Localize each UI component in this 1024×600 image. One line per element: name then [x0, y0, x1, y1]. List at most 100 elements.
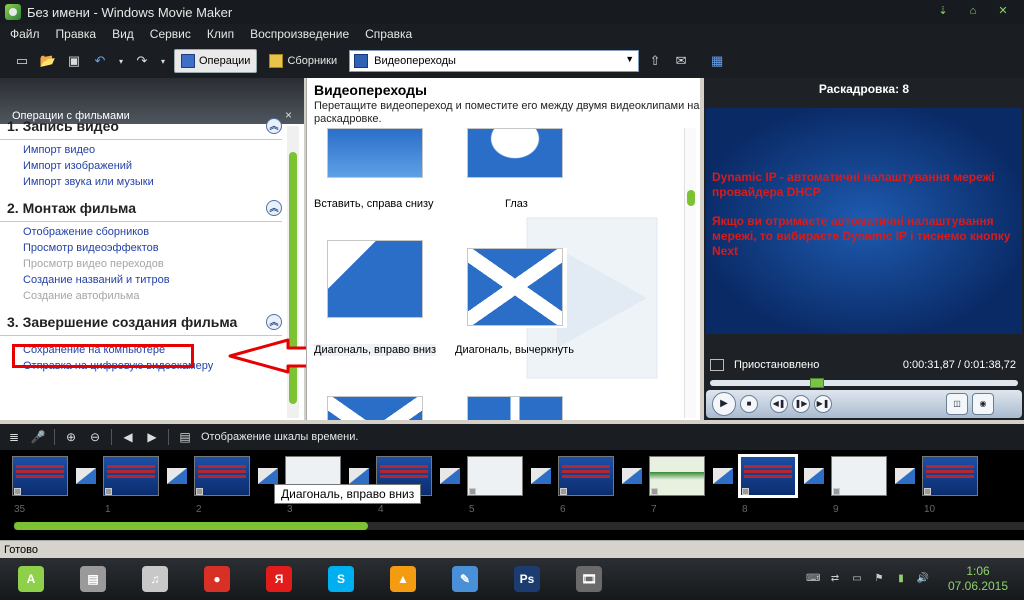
transitions-grid: Вставить, справа снизу Глаз Диагональ, в…: [307, 128, 687, 420]
collapse-icon[interactable]: ︽: [266, 314, 282, 330]
new-collection-icon[interactable]: ✉: [671, 51, 691, 71]
storyboard-scrollbar[interactable]: [14, 522, 1024, 530]
transitions-description: Перетащите видеопереход и поместите его …: [314, 100, 700, 125]
taskbar-app-photoshop[interactable]: Ps: [502, 560, 552, 598]
seek-bar[interactable]: [710, 378, 1018, 388]
next-frame-button[interactable]: ❚▶: [792, 395, 810, 413]
clip-number: 5: [469, 504, 475, 515]
narrate-icon[interactable]: ≣: [6, 429, 22, 445]
task-automovie: Создание автофильма: [23, 290, 140, 302]
undo-dropdown-icon[interactable]: ▾: [116, 51, 126, 71]
clip-text-lines: [562, 465, 610, 479]
taskbar-app-music[interactable]: ♫: [130, 560, 180, 598]
timeline-icon[interactable]: ▤: [177, 429, 193, 445]
close-button[interactable]: ✕: [992, 3, 1014, 19]
section-title-edit[interactable]: 2. Монтаж фильма ︽: [0, 200, 282, 222]
taskbar-app-moviemaker[interactable]: 🎞: [564, 560, 614, 598]
toolbar-separator: [111, 429, 112, 445]
transition-tooltip: Диагональ, вправо вниз: [274, 484, 422, 504]
stop-button[interactable]: ■: [740, 395, 758, 413]
scroll-thumb[interactable]: [14, 522, 368, 530]
moviemaker-app-icon: [5, 4, 21, 20]
keyboard-icon[interactable]: ⌨: [806, 572, 820, 586]
collapse-icon[interactable]: ︽: [266, 200, 282, 216]
section-title-text: 1. Запись видео: [7, 118, 119, 134]
task-import-images[interactable]: Импорт изображений: [0, 158, 290, 174]
menu-view[interactable]: Вид: [112, 27, 134, 41]
taskbar-app-chrome[interactable]: ●: [192, 560, 242, 598]
collections-button[interactable]: Сборники: [263, 49, 343, 73]
collection-select[interactable]: Видеопереходы ▼: [349, 50, 640, 72]
transitions-scrollbar[interactable]: [684, 128, 696, 418]
task-import-audio[interactable]: Импорт звука или музыки: [0, 174, 290, 190]
show-timeline-button[interactable]: Отображение шкалы времени.: [201, 431, 358, 443]
scroll-thumb[interactable]: [687, 190, 695, 206]
toolbar-separator: [54, 429, 55, 445]
menu-tools[interactable]: Сервис: [150, 27, 191, 41]
save-icon[interactable]: ▣: [64, 51, 84, 71]
menu-edit[interactable]: Правка: [56, 27, 97, 41]
open-folder-icon[interactable]: 📂: [38, 51, 58, 71]
seek-knob[interactable]: [809, 378, 824, 388]
preview-monitor: Раскадровка: 8 Dynamic IP - автоматичні …: [704, 78, 1024, 420]
operations-button[interactable]: Операции: [174, 49, 258, 73]
transition-tile[interactable]: [467, 248, 567, 328]
previous-frame-button[interactable]: ◀❚: [770, 395, 788, 413]
rewind-icon[interactable]: ◀: [120, 429, 136, 445]
task-make-titles[interactable]: Создание названий и титров: [0, 272, 290, 288]
transition-thumbnail: [467, 128, 563, 178]
network-icon[interactable]: ⇄: [828, 572, 842, 586]
redo-dropdown-icon[interactable]: ▾: [158, 51, 168, 71]
task-show-collections[interactable]: Отображение сборников: [0, 224, 290, 240]
menu-playback[interactable]: Воспроизведение: [250, 27, 349, 41]
playback-status-row: Приостановлено 0:00:31,87 / 0:01:38,72: [704, 354, 1024, 376]
volume-icon[interactable]: 🔊: [916, 572, 930, 586]
up-level-icon[interactable]: ⇧: [645, 51, 665, 71]
play-button[interactable]: ▶: [712, 392, 736, 416]
redo-icon[interactable]: ↷: [132, 51, 152, 71]
taskbar-app-files[interactable]: ▤: [68, 560, 118, 598]
display-icon[interactable]: ▭: [850, 572, 864, 586]
maximize-button[interactable]: ⌂: [962, 3, 984, 19]
menu-clip[interactable]: Клип: [207, 27, 234, 41]
task-view-effects[interactable]: Просмотр видеоэффектов: [0, 240, 290, 256]
clock[interactable]: 1:06 07.06.2015: [938, 564, 1018, 594]
view-toggle-icon[interactable]: ▦: [707, 51, 727, 71]
transition-tile[interactable]: [327, 240, 427, 320]
snapshot-button[interactable]: ◉: [972, 393, 994, 415]
menu-file[interactable]: Файл: [10, 27, 40, 41]
task-import-video[interactable]: Импорт видео: [0, 142, 290, 158]
new-project-icon[interactable]: ▭: [12, 51, 32, 71]
battery-icon[interactable]: ▮: [894, 572, 908, 586]
taskbar-app-skype[interactable]: S: [316, 560, 366, 598]
play-storyboard-icon[interactable]: ▶: [144, 429, 160, 445]
taskbar-app-paint[interactable]: ✎: [440, 560, 490, 598]
zoom-out-icon[interactable]: ⊖: [87, 429, 103, 445]
transition-label: Глаз: [505, 198, 528, 210]
collapse-icon[interactable]: ︽: [266, 118, 282, 134]
toolbar: ▭ 📂 ▣ ↶ ▾ ↷ ▾ Операции Сборники Видеопер…: [0, 44, 1024, 78]
yandex-icon: Я: [266, 566, 292, 592]
minimize-button[interactable]: ⇣: [932, 3, 954, 19]
split-clip-button[interactable]: ◫: [946, 393, 968, 415]
transition-tile[interactable]: [467, 128, 567, 208]
next-button[interactable]: ▶❚: [814, 395, 832, 413]
files-icon: ▤: [80, 566, 106, 592]
flag-icon[interactable]: ⚑: [872, 572, 886, 586]
chrome-icon: ●: [204, 566, 230, 592]
taskbar-app-yandex[interactable]: Я: [254, 560, 304, 598]
section-title-finish[interactable]: 3. Завершение создания фильма ︽: [0, 314, 282, 336]
taskbar-app-aimp[interactable]: ▲: [378, 560, 428, 598]
audio-levels-icon[interactable]: 🎤: [30, 429, 46, 445]
section-title-capture[interactable]: 1. Запись видео ︽: [0, 118, 282, 140]
transition-tile[interactable]: [467, 396, 567, 420]
transition-tile[interactable]: [327, 128, 427, 208]
clip-number: 10: [924, 504, 936, 515]
taskbar-app-android[interactable]: A: [6, 560, 56, 598]
menu-help[interactable]: Справка: [365, 27, 412, 41]
transition-tile[interactable]: [327, 396, 427, 420]
transitions-title: Видеопереходы: [314, 82, 427, 98]
zoom-in-icon[interactable]: ⊕: [63, 429, 79, 445]
fullscreen-icon[interactable]: [710, 359, 724, 371]
undo-icon[interactable]: ↶: [90, 51, 110, 71]
